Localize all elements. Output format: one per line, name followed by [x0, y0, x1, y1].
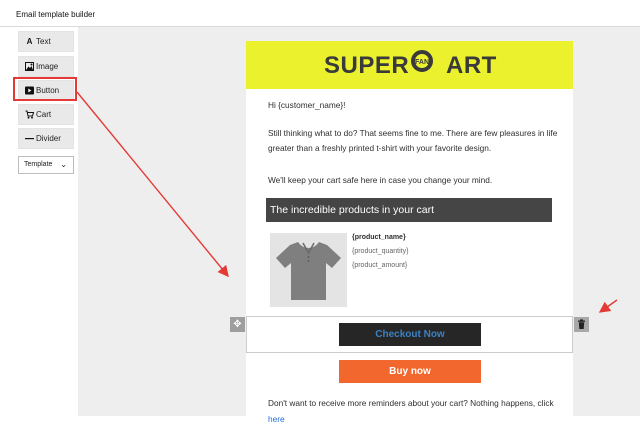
annotation-arrow — [598, 299, 618, 313]
annotation-overlay — [76, 91, 618, 313]
annotation-arrow — [76, 91, 229, 278]
